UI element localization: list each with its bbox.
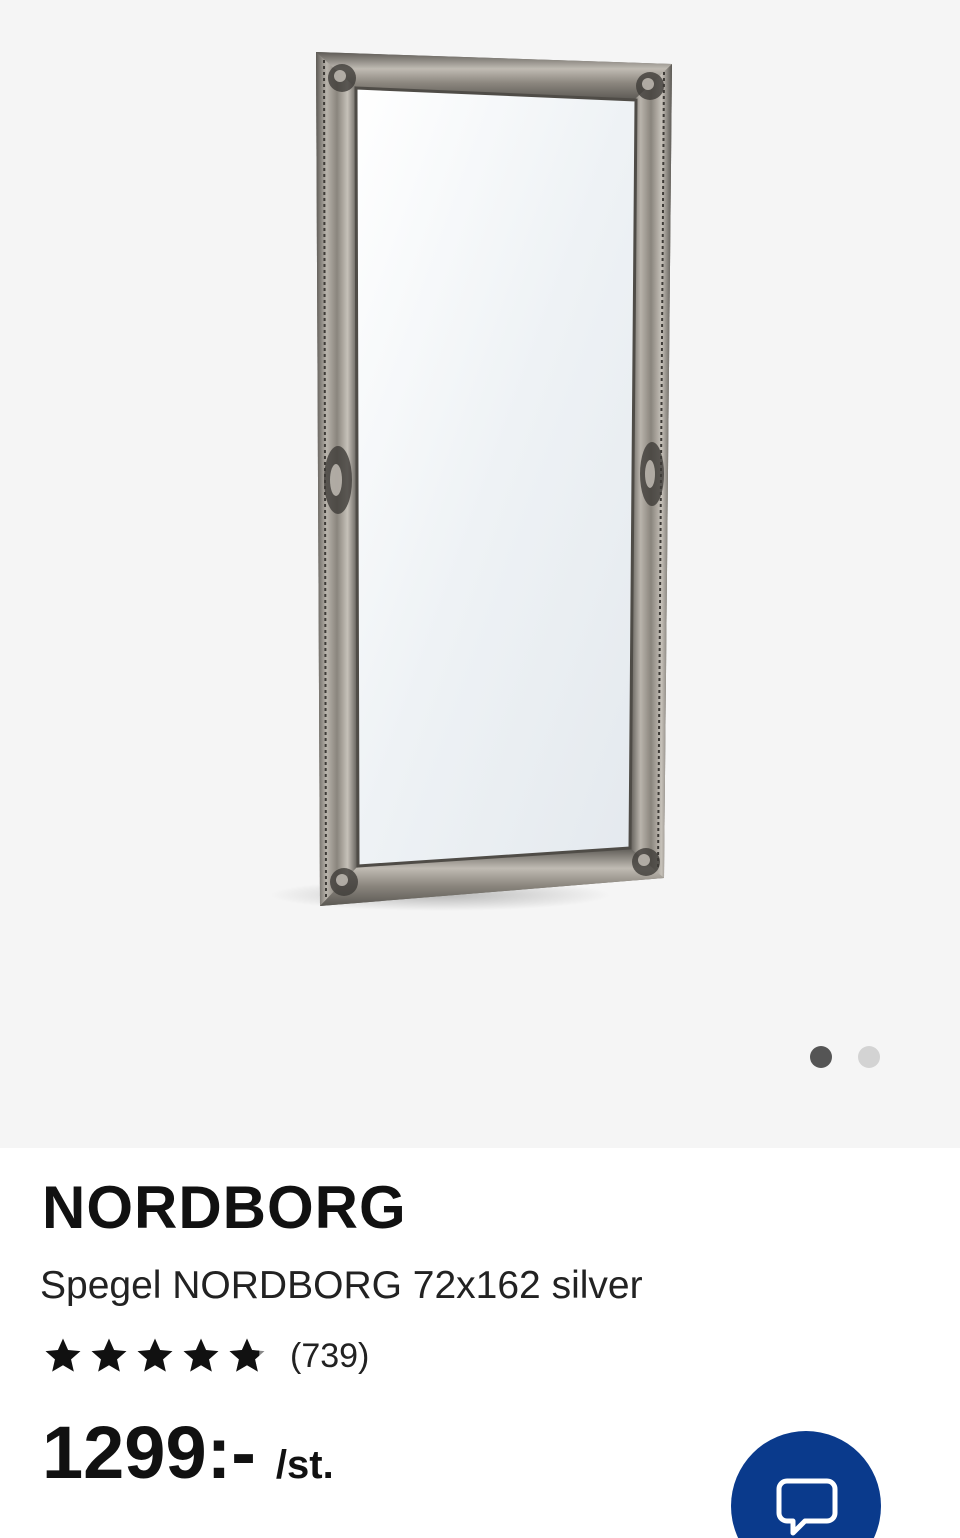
star-icon <box>91 1338 127 1372</box>
product-subtitle: Spegel NORDBORG 72x162 silver <box>40 1264 643 1307</box>
gallery-dot-1[interactable] <box>810 1046 832 1068</box>
gallery-pagination <box>810 1046 880 1068</box>
product-page: NORDBORG Spegel NORDBORG 72x162 silver (… <box>0 0 960 1538</box>
star-partial-icon <box>229 1338 265 1372</box>
product-image-mirror[interactable] <box>250 40 710 940</box>
speech-bubble-icon <box>776 1478 838 1536</box>
price-row: 1299:- /st. <box>42 1416 334 1490</box>
star-icon <box>137 1338 173 1372</box>
star-icon <box>183 1338 219 1372</box>
review-count[interactable]: (739) <box>290 1337 369 1376</box>
product-brand: NORDBORG <box>42 1174 407 1241</box>
chat-button[interactable] <box>731 1431 881 1538</box>
star-icon <box>45 1338 81 1372</box>
gallery-dot-2[interactable] <box>858 1046 880 1068</box>
rating-stars <box>42 1335 268 1377</box>
product-rating[interactable]: (739) <box>42 1334 369 1378</box>
product-price: 1299:- <box>42 1411 256 1494</box>
product-image-gallery[interactable] <box>0 0 960 1148</box>
product-info: NORDBORG Spegel NORDBORG 72x162 silver (… <box>0 1148 960 1538</box>
price-unit: /st. <box>275 1443 334 1487</box>
